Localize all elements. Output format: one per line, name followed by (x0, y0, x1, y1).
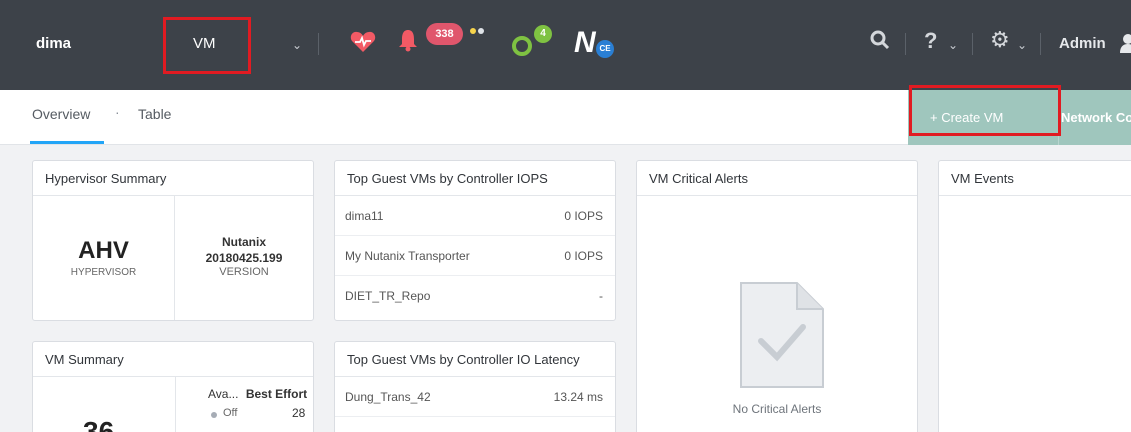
table-row[interactable]: DIET_TR_Repo - (335, 276, 615, 316)
warning-dot-icon (470, 28, 476, 34)
highlight-box-vm (163, 17, 251, 74)
top-navigation-bar: dima VM ⌄ 338 4 N CE ? ⌄ ⚙ ⌄ Admin (0, 0, 1131, 90)
info-dot-icon (478, 28, 484, 34)
panel-title: VM Events (939, 161, 1131, 196)
vm-value: 0 IOPS (564, 249, 603, 263)
hypervisor-type: AHV HYPERVISOR (33, 196, 175, 320)
version-caption: VERSION (219, 266, 269, 278)
panel-title: VM Critical Alerts (637, 161, 917, 196)
off-count: 28 (292, 406, 306, 420)
vm-critical-alerts-panel: VM Critical Alerts No Critical Alerts (636, 160, 918, 432)
health-ok-badge[interactable]: 4 (534, 25, 552, 43)
chevron-down-icon[interactable]: ⌄ (1017, 38, 1027, 52)
divider (1040, 33, 1041, 55)
tab-overview[interactable]: Overview (32, 106, 90, 122)
heart-icon[interactable] (350, 30, 376, 61)
nutanix-logo-icon[interactable]: N (574, 26, 596, 60)
tab-table[interactable]: Table (138, 106, 171, 122)
divider (175, 377, 176, 432)
vm-value: - (599, 289, 603, 303)
vm-summary-panel: VM Summary 36 Ava... Best Effort Off 28 (32, 341, 314, 432)
alerts-count-badge[interactable]: 338 (426, 23, 463, 45)
panel-title: VM Summary (33, 342, 313, 377)
vm-name[interactable]: My Nutanix Transporter (345, 249, 470, 263)
table-row[interactable]: Dung_Trans_42 13.24 ms (335, 377, 615, 417)
document-check-icon (737, 279, 827, 391)
table-row[interactable]: dima11 0 IOPS (335, 196, 615, 236)
vm-value: 0 IOPS (564, 209, 603, 223)
hypervisor-version: Nutanix 20180425.199 VERSION (175, 196, 313, 320)
panel-title: Top Guest VMs by Controller IO Latency (335, 342, 615, 377)
community-edition-badge: CE (596, 40, 614, 58)
highlight-box-create-vm (909, 85, 1061, 136)
table-row[interactable]: My Nutanix Transporter 0 IOPS (335, 236, 615, 276)
sub-navigation-bar: Overview · Table + Create VM Network Co (0, 85, 1131, 145)
best-effort-column: Best Effort (245, 387, 308, 401)
gear-icon[interactable]: ⚙ (990, 27, 1010, 53)
off-label: Off (223, 407, 238, 419)
availability-column: Ava... (208, 387, 239, 401)
top-iops-panel: Top Guest VMs by Controller IOPS dima11 … (334, 160, 616, 321)
hypervisor-value: AHV (78, 237, 129, 264)
top-latency-panel: Top Guest VMs by Controller IO Latency D… (334, 341, 616, 432)
user-icon[interactable] (1120, 33, 1131, 53)
chevron-down-icon[interactable]: ⌄ (292, 38, 302, 52)
vm-total-count: 36 (83, 416, 115, 432)
dashboard-content: Hypervisor Summary AHV HYPERVISOR Nutani… (0, 145, 1131, 432)
vm-name[interactable]: Dung_Trans_42 (345, 390, 431, 404)
tab-separator: · (115, 104, 120, 120)
divider (905, 33, 906, 55)
health-ring-icon[interactable] (512, 36, 532, 56)
chevron-down-icon[interactable]: ⌄ (948, 38, 958, 52)
active-tab-indicator (30, 141, 104, 144)
divider (972, 33, 973, 55)
network-config-button[interactable]: Network Co (1058, 90, 1131, 145)
hypervisor-caption: HYPERVISOR (70, 267, 137, 278)
vm-value: 13.24 ms (553, 390, 603, 404)
hypervisor-version-number: 20180425.199 (205, 251, 283, 265)
off-status-dot-icon (211, 412, 217, 418)
search-icon[interactable] (870, 30, 890, 56)
help-icon[interactable]: ? (924, 28, 937, 54)
admin-menu[interactable]: Admin (1059, 35, 1106, 52)
availability-header: Ava... Best Effort (208, 387, 307, 401)
hypervisor-name: Nutanix (221, 235, 266, 249)
no-alerts-message: No Critical Alerts (732, 402, 822, 416)
vm-name[interactable]: dima11 (345, 209, 383, 223)
cluster-name[interactable]: dima (36, 35, 71, 52)
vm-events-panel: VM Events (938, 160, 1131, 432)
vm-name[interactable]: DIET_TR_Repo (345, 289, 430, 303)
divider (318, 33, 319, 55)
bell-icon[interactable] (398, 28, 418, 58)
panel-title: Top Guest VMs by Controller IOPS (335, 161, 615, 196)
hypervisor-summary-panel: Hypervisor Summary AHV HYPERVISOR Nutani… (32, 160, 314, 321)
panel-title: Hypervisor Summary (33, 161, 313, 196)
